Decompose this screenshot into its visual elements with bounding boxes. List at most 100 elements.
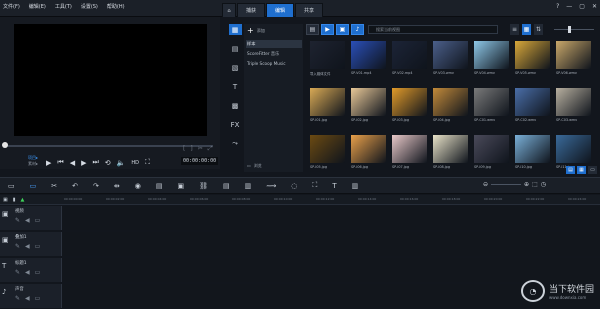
media-thumbnail[interactable]: SP-I01.jpg <box>310 88 345 125</box>
play-icon[interactable]: ▶ <box>46 159 51 167</box>
track-body[interactable] <box>62 206 600 230</box>
browse-button[interactable]: ▭ 浏览 <box>247 163 262 169</box>
track-lock-icon[interactable]: ✎ <box>15 217 20 224</box>
track-body[interactable] <box>62 232 600 256</box>
media-thumbnail[interactable]: SP-V05.wmv <box>515 41 550 78</box>
auto-music-icon[interactable]: ▣ <box>177 182 184 190</box>
transition-icon[interactable]: ▧ <box>229 62 242 73</box>
instant-project-icon[interactable]: ▤ <box>229 43 242 54</box>
close-icon[interactable]: ✕ <box>592 3 597 10</box>
timeline-ruler[interactable]: 00:00:00:00 00:00:02:00 00:00:04:00 00:00:0… <box>0 195 600 205</box>
chapter-icon[interactable]: ▮ <box>13 197 16 203</box>
add-folder-button[interactable]: + 添加 <box>247 26 265 35</box>
library-item-scorefitter[interactable]: ScoreFitter 音乐 <box>246 50 302 58</box>
panel-expand-icon[interactable]: ▭ <box>588 166 597 174</box>
media-thumbnail[interactable]: SP-I07.jpg <box>392 135 427 172</box>
media-thumbnail[interactable]: SP-C01.wmv <box>474 88 509 125</box>
filter-icon[interactable]: FX <box>229 119 242 130</box>
media-thumbnail[interactable]: SP-V04.wmv <box>474 41 509 78</box>
thumbnail-view-icon[interactable]: ▦ <box>522 24 531 35</box>
media-thumbnail[interactable]: SP-C03.wmv <box>556 88 591 125</box>
track-visibility-icon[interactable]: ▭ <box>35 295 41 302</box>
zoom-slider[interactable] <box>491 184 522 185</box>
storyboard-view-icon[interactable]: ▭ <box>8 182 15 190</box>
sort-icon[interactable]: ⇅ <box>534 24 543 35</box>
track-visibility-icon[interactable]: ▭ <box>35 217 41 224</box>
tab-capture[interactable]: 捕获 <box>237 3 266 17</box>
undo-icon[interactable]: ↶ <box>72 182 78 190</box>
timecode-display[interactable]: 00:00:00:00 <box>181 157 219 165</box>
show-video-icon[interactable]: ▶ <box>321 24 334 35</box>
add-marker-icon[interactable]: ▲ <box>21 197 25 203</box>
track-mute-icon[interactable]: ◀ <box>25 269 30 276</box>
hd-icon[interactable]: HD <box>131 160 139 166</box>
list-view-icon[interactable]: ≡ <box>510 24 519 35</box>
zoom-in-icon[interactable]: ⊕ <box>524 181 529 188</box>
media-thumbnail[interactable]: SP-V06.wmv <box>556 41 591 78</box>
smart-split-icon[interactable]: ⇹ <box>114 182 120 190</box>
menu-tools[interactable]: 工具(T) <box>55 3 72 10</box>
next-frame-icon[interactable]: ▶ <box>81 159 86 167</box>
panel-layout-icon[interactable]: ▦ <box>577 166 586 174</box>
scrub-handle[interactable] <box>2 142 8 148</box>
motion-track-icon[interactable]: ⛓ <box>199 182 208 190</box>
fit-project-icon[interactable]: ⬚ <box>532 181 538 188</box>
project-duration-icon[interactable]: ◷ <box>541 181 546 188</box>
tab-home[interactable]: ⌂ <box>222 3 236 17</box>
multi-camera-icon[interactable]: ▥ <box>245 182 252 190</box>
import-media-icon[interactable]: ▤ <box>306 24 319 35</box>
search-input[interactable]: 搜索当前视图 <box>368 25 498 34</box>
show-audio-icon[interactable]: ♪ <box>351 24 364 35</box>
graphic-icon[interactable]: ▩ <box>229 100 242 111</box>
media-thumbnail[interactable]: SP-I03.jpg <box>392 88 427 125</box>
tab-edit[interactable]: 编辑 <box>266 3 295 17</box>
menu-edit[interactable]: 编辑(E) <box>29 3 46 10</box>
mark-in-icon[interactable]: [ <box>183 145 185 153</box>
media-thumbnail[interactable]: 导入媒体文件 <box>310 41 345 78</box>
timeline-view-icon[interactable]: ▭ <box>30 182 37 190</box>
fullscreen-icon[interactable]: ⛶ <box>145 158 150 167</box>
repeat-icon[interactable]: ⟲ <box>105 159 111 167</box>
track-visibility-icon[interactable]: ▭ <box>35 243 41 250</box>
recording-icon[interactable]: ◉ <box>135 182 141 190</box>
track-mute-icon[interactable]: ◀ <box>25 243 30 250</box>
media-thumbnail[interactable]: SP-I05.jpg <box>310 135 345 172</box>
clip-mode[interactable]: 素材▸ <box>28 161 38 167</box>
track-body[interactable] <box>62 258 600 282</box>
time-remap-icon[interactable]: ⟿ <box>266 182 276 190</box>
volume-icon[interactable]: 🔈 <box>117 159 126 167</box>
mask-creator-icon[interactable]: ◌ <box>291 182 297 190</box>
sound-mixer-icon[interactable]: ▤ <box>156 182 163 190</box>
menu-help[interactable]: 帮助(H) <box>107 3 125 10</box>
track-mute-icon[interactable]: ◀ <box>25 295 30 302</box>
tools-icon[interactable]: ✂ <box>51 182 57 190</box>
library-item-triple-scoop[interactable]: Triple Scoop Music <box>246 60 302 67</box>
media-thumbnail[interactable]: SP-I08.jpg <box>433 135 468 172</box>
media-thumbnail[interactable]: SP-V03.wmv <box>433 41 468 78</box>
maximize-icon[interactable]: ▢ <box>579 3 585 10</box>
scrub-bar[interactable] <box>3 145 213 147</box>
track-mute-icon[interactable]: ◀ <box>25 217 30 224</box>
library-item-samples[interactable]: 样本 <box>246 40 302 48</box>
media-thumbnail[interactable]: SP-C02.wmv <box>515 88 550 125</box>
media-thumbnail[interactable]: SP-I04.jpg <box>433 88 468 125</box>
pan-zoom-icon[interactable]: ⛶ <box>312 181 317 190</box>
media-thumbnail[interactable]: SP-V02.mp4 <box>392 41 427 78</box>
split-icon[interactable]: ✂ <box>198 145 203 153</box>
show-photo-icon[interactable]: ▣ <box>336 24 349 35</box>
split-screen-icon[interactable]: ▥ <box>352 182 359 190</box>
zoom-out-icon[interactable]: ⊖ <box>483 181 488 188</box>
media-icon[interactable]: ▦ <box>228 24 242 35</box>
thumbnail-size-handle[interactable] <box>568 26 571 33</box>
track-manager-icon[interactable]: ▣ <box>3 197 8 203</box>
media-thumbnail[interactable]: SP-I09.jpg <box>474 135 509 172</box>
subtitle-editor-icon[interactable]: ▤ <box>223 182 230 190</box>
mark-out-icon[interactable]: ] <box>190 145 192 153</box>
track-lock-icon[interactable]: ✎ <box>15 269 20 276</box>
media-thumbnail[interactable]: SP-I02.jpg <box>351 88 386 125</box>
minimize-icon[interactable]: — <box>566 3 572 10</box>
media-thumbnail[interactable]: SP-I10.jpg <box>515 135 550 172</box>
track-body[interactable] <box>62 284 600 308</box>
menu-settings[interactable]: 设置(S) <box>81 3 98 10</box>
menu-file[interactable]: 文件(F) <box>3 3 20 10</box>
